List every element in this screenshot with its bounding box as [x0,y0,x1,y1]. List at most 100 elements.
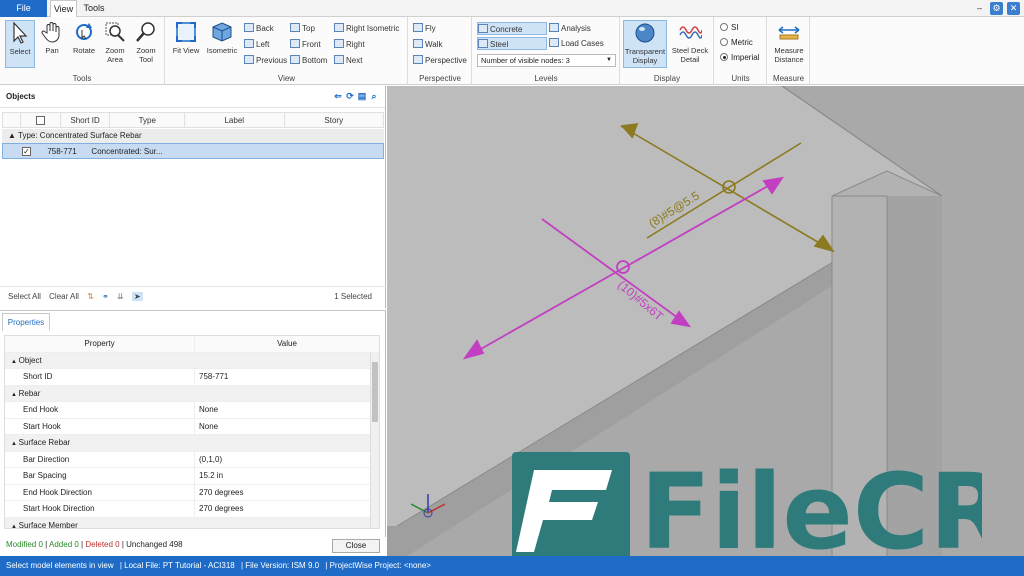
measure-distance-label: Measure Distance [774,46,804,64]
property-row[interactable]: End Hook Direction 270 degrees [5,484,379,501]
transparent-display-button[interactable]: Transparent Display [623,20,667,68]
col-value[interactable]: Value [195,336,379,352]
property-row[interactable]: Short ID 758-771 [5,369,379,386]
objects-footer: Select All Clear All ⇅ ⚭ ⇊ ➤ 1 Selected [0,286,386,306]
property-row[interactable]: Bar Spacing 15.2 in [5,468,379,485]
property-value[interactable]: (0,1,0) [195,452,379,468]
tab-properties[interactable]: Properties [2,313,50,331]
property-key-text: End Hook Direction [23,487,92,497]
load-cases-button[interactable]: Load Cases [549,37,604,50]
view-front-button[interactable]: Front [290,38,321,51]
property-value[interactable]: None [195,402,379,418]
property-row[interactable]: End Hook None [5,402,379,419]
units-imperial-radio[interactable]: Imperial [720,52,759,64]
pointer-icon[interactable]: ➤ [131,292,143,301]
view-right-button[interactable]: Right [334,38,365,51]
col-label[interactable]: Label [185,113,285,127]
col-short-id[interactable]: Short ID [61,113,111,127]
properties-scrollbar[interactable] [370,352,379,528]
tab-file[interactable]: File [0,0,47,17]
view-previous-button[interactable]: Previous [244,54,287,67]
filter-icon[interactable]: ▤ [357,91,367,101]
property-category[interactable]: ▲ Surface Member [5,517,379,529]
category-label: ▲ Rebar [5,386,195,402]
highlight-icon[interactable]: ⇅ [87,292,94,301]
close-button[interactable]: Close [332,539,380,553]
select-button[interactable]: Select [5,20,35,68]
scrollbar-thumb[interactable] [372,362,378,422]
property-value[interactable]: None [195,419,379,435]
view-left-button[interactable]: Left [244,38,269,51]
perspective-button[interactable]: Perspective [413,54,467,67]
view-bottom-button[interactable]: Bottom [290,54,327,67]
status-hint: Select model elements in view [6,561,114,570]
right-isometric-label: Right Isometric [346,24,400,33]
fly-button[interactable]: Fly [413,22,436,35]
front-label: Front [302,40,321,49]
property-row[interactable]: Start Hook None [5,418,379,435]
table-row-selected[interactable]: ✓ 758-771 Concentrated: Sur... [2,143,384,159]
property-category[interactable]: ▲ Surface Rebar [5,435,379,452]
settings-icon[interactable]: ⚙ [990,2,1003,15]
back-arrow-icon[interactable]: ⇐ [333,91,343,101]
row-checkbox[interactable]: ✓ [3,144,37,158]
collapse-icon[interactable]: ▲ [11,524,19,529]
view-top-button[interactable]: Top [290,22,315,35]
property-category[interactable]: ▲ Rebar [5,385,379,402]
header-checkbox-col[interactable] [21,113,61,127]
select-label: Select [9,47,31,56]
concrete-button[interactable]: Concrete [477,22,547,35]
clear-all-button[interactable]: Clear All [49,292,79,301]
isometric-button[interactable]: Isometric [204,20,240,68]
property-value[interactable]: 758-771 [195,369,379,385]
property-key-text: Rebar [18,388,41,398]
property-value[interactable]: 270 degrees [195,485,379,501]
units-metric-radio[interactable]: Metric [720,37,753,49]
measure-distance-button[interactable]: Measure Distance [771,20,807,68]
col-type[interactable]: Type [110,113,186,127]
property-value[interactable]: 270 degrees [195,501,379,517]
rotate-button[interactable]: Rotate [69,20,99,68]
col-property[interactable]: Property [5,336,195,352]
view-back-button[interactable]: Back [244,22,274,35]
analysis-button[interactable]: Analysis [549,22,591,35]
group-row[interactable]: ▲ Type: Concentrated Surface Rebar [2,129,384,143]
top-view-icon [290,23,300,32]
property-key-text: Surface Rebar [18,438,71,447]
units-si-radio[interactable]: SI [720,22,739,34]
pan-label: Pan [45,46,59,55]
refresh-icon[interactable]: ⟳ [345,91,355,101]
analysis-label: Analysis [561,24,591,33]
view-right-isometric-button[interactable]: Right Isometric [334,22,399,35]
visible-nodes-dropdown[interactable]: Number of visible nodes: 3 ▼ [477,54,616,67]
col-story[interactable]: Story [285,113,383,127]
property-row[interactable]: Start Hook Direction 270 degrees [5,501,379,518]
zoom-tool-button[interactable]: Zoom Tool [131,20,161,68]
tab-view[interactable]: View [50,0,77,18]
steel-deck-detail-button[interactable]: Steel Deck Detail [669,20,711,68]
property-value[interactable]: 15.2 in [195,468,379,484]
collapse-icon[interactable]: ▲ [11,392,19,398]
view-next-button[interactable]: Next [334,54,362,67]
property-category[interactable]: ▲ Object [5,352,379,369]
select-all-button[interactable]: Select All [8,292,41,301]
collapse-icon[interactable]: ▲ [11,359,19,365]
fit-view-button[interactable]: Fit View [170,20,202,68]
collapse-icon[interactable]: ▲ [11,441,19,447]
sphere-icon [635,23,655,43]
filter-selection-icon[interactable]: ⇊ [117,292,124,301]
walk-button[interactable]: Walk [413,38,442,51]
zoom-area-button[interactable]: Zoom Area [100,20,130,68]
group-label-measure: Measure [772,74,805,83]
tab-tools[interactable]: Tools [79,0,109,17]
minimize-icon[interactable]: – [973,2,986,15]
steel-button[interactable]: Steel [477,37,547,50]
link-icon[interactable]: ⚭ [102,292,109,301]
fit-view-icon [176,22,196,42]
added-count: Added 0 [49,540,79,549]
bottom-view-icon [290,55,300,64]
pan-button[interactable]: Pan [37,20,67,68]
search-icon[interactable]: ⌕ [369,91,379,101]
property-row[interactable]: Bar Direction (0,1,0) [5,451,379,468]
close-icon[interactable]: ✕ [1007,2,1020,15]
